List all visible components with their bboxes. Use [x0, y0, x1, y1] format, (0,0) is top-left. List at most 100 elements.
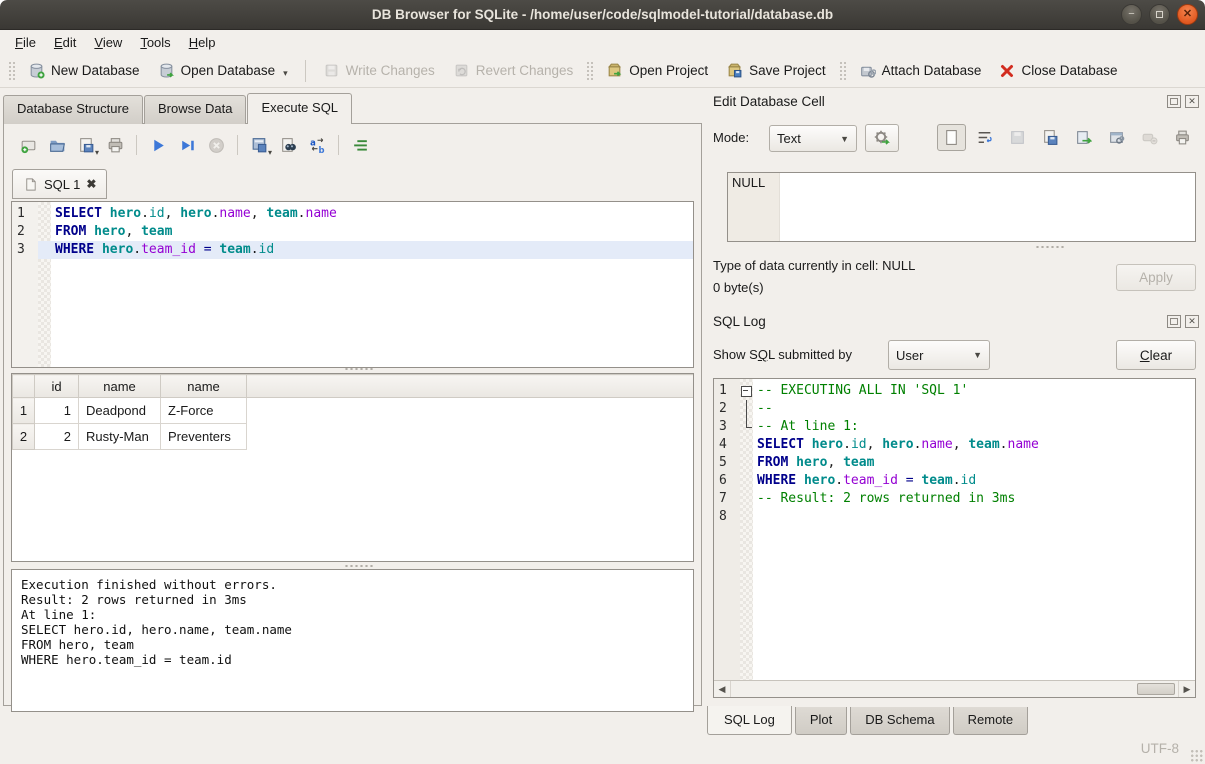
export-cell-button[interactable]	[1069, 124, 1098, 151]
find-icon	[279, 136, 298, 155]
save-sql-file-button[interactable]: ▾	[74, 133, 98, 157]
code-line: 2--	[714, 400, 1195, 418]
float-panel-icon[interactable]	[1167, 95, 1181, 108]
open-project-button[interactable]: Open Project	[597, 58, 717, 83]
close-tab-icon[interactable]: ✖	[86, 177, 96, 191]
tab-database-structure[interactable]: Database Structure	[3, 95, 143, 124]
menu-view[interactable]: View	[85, 30, 131, 54]
find-button[interactable]	[276, 133, 300, 157]
format-sql-button[interactable]	[348, 133, 372, 157]
find-replace-button[interactable]: a b	[305, 133, 329, 157]
encoding-indicator[interactable]: UTF-8	[1141, 741, 1179, 756]
cell-size-info: 0 byte(s)	[713, 280, 764, 295]
close-button[interactable]: ✕	[1177, 4, 1198, 25]
main-tab-bar: Database Structure Browse Data Execute S…	[3, 95, 353, 124]
open-in-editor-button	[1003, 124, 1032, 151]
header-filler	[247, 375, 694, 398]
stop-execution-button	[204, 133, 228, 157]
save-file-icon	[77, 136, 96, 155]
execute-line-button[interactable]	[175, 133, 199, 157]
close-panel-icon[interactable]: ✕	[1185, 95, 1199, 108]
code-line: 6WHERE hero.team_id = team.id	[714, 472, 1195, 490]
close-database-button[interactable]: Close Database	[990, 59, 1126, 83]
open-database-dropdown-arrow[interactable]: ▾	[283, 68, 288, 79]
row-filler	[247, 398, 694, 424]
cell[interactable]: 2	[35, 424, 79, 450]
row-number[interactable]: 1	[13, 398, 35, 424]
menu-tools[interactable]: Tools	[131, 30, 179, 54]
text-mode-toggle[interactable]	[937, 124, 966, 151]
open-database-button[interactable]: Open Database ▾	[149, 58, 297, 83]
scroll-left-icon[interactable]: ◀	[714, 684, 730, 695]
mode-label: Mode:	[713, 130, 749, 145]
cell[interactable]: 1	[35, 398, 79, 424]
chevron-down-icon: ▼	[840, 134, 849, 144]
horizontal-scrollbar[interactable]: ◀ ▶	[714, 680, 1195, 697]
titlebar[interactable]: DB Browser for SQLite - /home/user/code/…	[0, 0, 1205, 30]
splitter-handle[interactable]	[344, 564, 374, 568]
sql-document-icon	[23, 177, 38, 192]
sql-file-tab[interactable]: SQL 1 ✖	[12, 169, 107, 199]
execute-sql-page: ▾	[3, 123, 702, 706]
row-number[interactable]: 2	[13, 424, 35, 450]
column-header[interactable]: name	[161, 375, 247, 398]
sql-editor-toolbar: ▾	[16, 132, 372, 158]
save-project-button[interactable]: Save Project	[717, 58, 835, 83]
word-wrap-toggle[interactable]	[970, 124, 999, 151]
tab-execute-sql[interactable]: Execute SQL	[247, 93, 352, 124]
cell[interactable]: Z-Force	[161, 398, 247, 424]
sql-editor[interactable]: 1SELECT hero.id, hero.name, team.name2FR…	[11, 201, 694, 368]
save-as-button[interactable]	[1036, 124, 1065, 151]
print-button[interactable]	[103, 133, 127, 157]
code-line: 3-- At line 1:	[714, 418, 1195, 436]
toolbar-drag-handle[interactable]	[586, 61, 593, 81]
save-sql-dropdown-arrow[interactable]: ▾	[95, 148, 99, 157]
clear-log-button[interactable]: Clear	[1116, 340, 1196, 370]
minimize-button[interactable]: −	[1121, 4, 1142, 25]
toolbar-drag-handle[interactable]	[8, 61, 15, 81]
cell[interactable]: Preventers	[161, 424, 247, 450]
column-header[interactable]: name	[79, 375, 161, 398]
scrollbar-thumb[interactable]	[1137, 683, 1175, 695]
chevron-down-icon: ▼	[973, 350, 982, 360]
mode-select[interactable]: Text ▼	[769, 125, 857, 152]
new-database-button[interactable]: New Database	[19, 58, 149, 83]
column-header[interactable]	[13, 375, 35, 398]
splitter-handle[interactable]	[344, 367, 374, 371]
write-changes-icon	[323, 62, 340, 79]
results-table: idnamename11DeadpondZ-Force22Rusty-ManPr…	[12, 374, 693, 450]
open-external-button[interactable]	[1102, 124, 1131, 151]
print-icon	[1174, 129, 1191, 146]
save-results-dropdown-arrow[interactable]: ▾	[268, 148, 272, 157]
cell[interactable]: Rusty-Man	[79, 424, 161, 450]
import-data-button[interactable]	[865, 124, 899, 152]
results-grid: idnamename11DeadpondZ-Force22Rusty-ManPr…	[11, 373, 694, 562]
menu-edit[interactable]: Edit	[45, 30, 85, 54]
open-database-icon	[158, 62, 175, 79]
menu-help[interactable]: Help	[180, 30, 225, 54]
print-cell-button[interactable]	[1168, 124, 1197, 151]
scroll-right-icon[interactable]: ▶	[1179, 684, 1195, 695]
sql-log-view[interactable]: 1-- EXECUTING ALL IN 'SQL 1'2--3-- At li…	[713, 378, 1196, 698]
close-panel-icon[interactable]: ✕	[1185, 315, 1199, 328]
gear-import-icon	[873, 129, 891, 147]
menu-file[interactable]: File	[6, 30, 45, 54]
tab-browse-data[interactable]: Browse Data	[144, 95, 246, 124]
attach-database-button[interactable]: Attach Database	[850, 58, 991, 83]
column-header[interactable]: id	[35, 375, 79, 398]
execute-all-button[interactable]	[146, 133, 170, 157]
close-database-icon	[999, 63, 1015, 79]
new-sql-tab-button[interactable]	[16, 133, 40, 157]
cell[interactable]: Deadpond	[79, 398, 161, 424]
resize-grip[interactable]	[1190, 749, 1203, 762]
float-panel-icon[interactable]	[1167, 315, 1181, 328]
maximize-button[interactable]	[1149, 4, 1170, 25]
main-toolbar: New Database Open Database ▾ Write Chang…	[0, 54, 1205, 88]
cell-value-editor[interactable]: NULL	[727, 172, 1196, 242]
execute-line-icon	[178, 136, 197, 155]
sql-log-filter-select[interactable]: User ▼	[888, 340, 990, 370]
open-sql-file-button[interactable]	[45, 133, 69, 157]
splitter-handle[interactable]	[1035, 245, 1065, 249]
toolbar-drag-handle[interactable]	[839, 61, 846, 81]
save-results-button[interactable]: ▾	[247, 133, 271, 157]
